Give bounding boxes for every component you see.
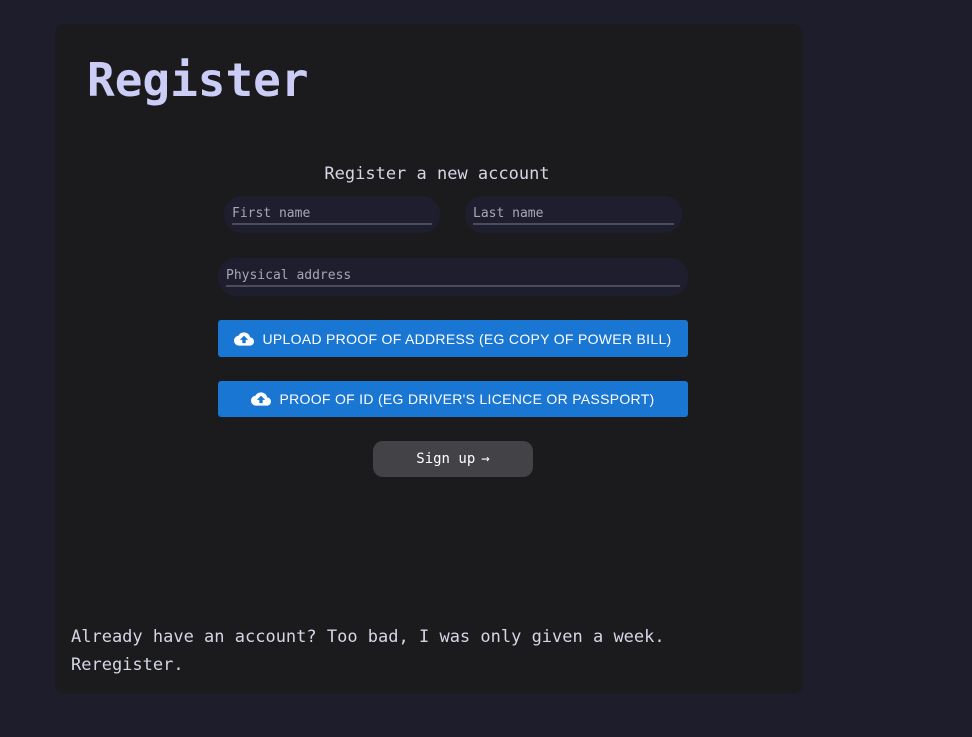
- form-heading: Register a new account: [324, 164, 550, 184]
- address-input[interactable]: [226, 266, 680, 287]
- upload-proof-of-id-button[interactable]: PROOF OF ID (EG DRIVER'S LICENCE OR PASS…: [218, 381, 688, 417]
- last-name-input[interactable]: [473, 204, 674, 225]
- upload-proof-of-id-label: PROOF OF ID (EG DRIVER'S LICENCE OR PASS…: [279, 391, 655, 407]
- upload-proof-of-address-button[interactable]: UPLOAD PROOF OF ADDRESS (EG COPY OF POWE…: [218, 320, 688, 357]
- footer-line-2: Reregister.: [71, 655, 184, 675]
- signup-button[interactable]: Sign up →: [373, 441, 533, 477]
- footer-line-1: Already have an account? Too bad, I was …: [71, 627, 665, 647]
- page-title: Register: [87, 53, 309, 107]
- cloud-upload-icon: [251, 392, 272, 406]
- footer-text: Already have an account? Too bad, I was …: [71, 623, 771, 679]
- register-card: Register Register a new account UPLOAD P…: [55, 24, 803, 694]
- first-name-field: [224, 196, 440, 233]
- arrow-right-icon: →: [481, 451, 490, 467]
- signup-label: Sign up: [416, 451, 476, 467]
- cloud-upload-icon: [234, 331, 255, 346]
- first-name-input[interactable]: [232, 204, 432, 225]
- upload-proof-of-address-label: UPLOAD PROOF OF ADDRESS (EG COPY OF POWE…: [262, 330, 672, 347]
- address-field: [218, 258, 688, 296]
- last-name-field: [465, 196, 682, 233]
